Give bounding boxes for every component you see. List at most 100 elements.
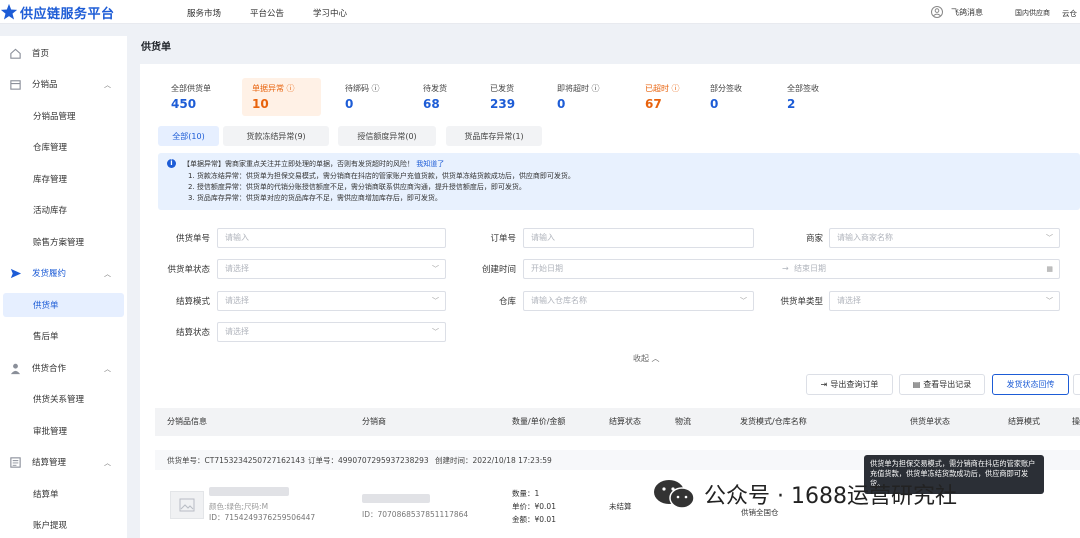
- stat-card-bind[interactable]: 待绑码 ⓘ 0: [335, 78, 397, 116]
- collapse-filters-toggle[interactable]: 收起 ︿: [633, 353, 660, 364]
- shop-label[interactable]: 云仓: [1062, 8, 1077, 19]
- sidebar-item-credit-plan[interactable]: 赊售方案管理: [0, 230, 127, 254]
- stat-label-wrap: 待绑码 ⓘ: [345, 83, 397, 94]
- stat-card-to-ship[interactable]: 待发货 68: [413, 78, 475, 116]
- date-range-picker[interactable]: 开始日期 → 结束日期 ▦: [523, 259, 1060, 279]
- sidebar-item-relations[interactable]: 供货关系管理: [0, 387, 127, 411]
- order-no-text: 订单号：4990707295937238293: [308, 456, 429, 465]
- supply-type-select[interactable]: 请选择 ﹀: [829, 291, 1060, 311]
- filter-label: 创建时间: [481, 265, 516, 275]
- stat-card-abnormal[interactable]: 单据异常 ⓘ 10: [242, 78, 321, 116]
- tab-credit-limit[interactable]: 授信额度异常(0): [338, 126, 436, 146]
- col-header: 供货单状态: [910, 417, 950, 426]
- sidebar-label: 结算管理: [32, 458, 67, 468]
- sidebar-item-warehouse[interactable]: 仓库管理: [0, 135, 127, 159]
- brand-logo[interactable]: 供应链服务平台: [0, 2, 115, 22]
- distributor-id: ID：7070868537851117864: [362, 510, 469, 519]
- quantity: 数量：1: [512, 489, 540, 498]
- amount: 金额：¥0.01: [512, 515, 556, 524]
- sidebar-item-aftersale[interactable]: 售后单: [0, 324, 127, 348]
- sidebar-group-products[interactable]: 分销品 ︿: [0, 72, 127, 96]
- box-icon: [10, 79, 21, 90]
- end-date-placeholder: 结束日期: [794, 264, 826, 273]
- sidebar-group-settlement[interactable]: 结算管理 ︿: [0, 450, 127, 474]
- supply-no-input[interactable]: 请输入: [217, 228, 446, 248]
- nav-announcement[interactable]: 平台公告: [250, 7, 284, 19]
- nav-market[interactable]: 服务市场: [187, 7, 221, 19]
- help-icon: ⓘ: [286, 84, 295, 93]
- page-title: 供货单: [141, 42, 171, 53]
- tab-all[interactable]: 全部(10): [158, 126, 219, 146]
- chevron-up-icon: ︿: [104, 270, 111, 278]
- settle-mode-select[interactable]: 请选择 ﹀: [217, 291, 446, 311]
- sidebar-label: 发货履约: [32, 269, 67, 279]
- col-header: 物流: [675, 417, 691, 426]
- sidebar-item-products-manage[interactable]: 分销品管理: [0, 104, 127, 128]
- watermark: 公众号 · 1688运营研究社: [652, 476, 957, 512]
- product-id: ID：7154249376259506447: [209, 513, 316, 522]
- avatar-icon[interactable]: [931, 6, 943, 18]
- sidebar-item-approval[interactable]: 审批管理: [0, 419, 127, 443]
- col-header: 结算状态: [609, 417, 641, 426]
- product-thumbnail[interactable]: [170, 491, 204, 519]
- sidebar-label: 供货合作: [32, 364, 67, 374]
- stat-label: 全部供货单: [171, 84, 211, 93]
- stat-label: 已超时: [645, 84, 669, 93]
- watermark-text: 公众号 · 1688运营研究社: [704, 484, 957, 509]
- order-no-input[interactable]: 请输入: [523, 228, 754, 248]
- export-query-button[interactable]: ⇥ 导出查询订单: [806, 374, 893, 395]
- stat-card-all[interactable]: 全部供货单 450: [161, 78, 237, 116]
- date-separator: →: [782, 264, 789, 273]
- chevron-down-icon: ﹀: [432, 328, 439, 336]
- start-date-placeholder: 开始日期: [531, 264, 563, 273]
- nav-learning[interactable]: 学习中心: [313, 7, 347, 19]
- status-select[interactable]: 请选择 ﹀: [217, 259, 446, 279]
- sidebar-item-home[interactable]: 首页: [0, 41, 127, 65]
- stat-label: 已发货: [490, 84, 514, 93]
- sidebar-item-supply-order[interactable]: 供货单: [3, 293, 124, 317]
- sidebar-item-activity-stock[interactable]: 活动库存: [0, 198, 127, 222]
- stat-card-all-sign[interactable]: 全部签收 2: [777, 78, 843, 116]
- message-link[interactable]: 飞鸽消息: [951, 7, 983, 18]
- more-button[interactable]: [1073, 374, 1080, 395]
- brand-title: 供应链服务平台: [20, 6, 115, 22]
- stat-value: 0: [710, 97, 719, 111]
- alert-dismiss-link[interactable]: 我知道了: [416, 160, 444, 168]
- col-header: 操: [1072, 417, 1080, 426]
- ship-status-return-button[interactable]: 发货状态回传: [992, 374, 1069, 395]
- stat-card-partial-sign[interactable]: 部分签收 0: [700, 78, 766, 116]
- stat-card-shipped[interactable]: 已发货 239: [480, 78, 542, 116]
- stat-card-near-timeout[interactable]: 即将超时 ⓘ 0: [547, 78, 625, 116]
- region-label[interactable]: 国内供应商: [1015, 8, 1050, 18]
- product-sku: 颜色:绿色;尺码:M: [209, 502, 269, 511]
- sidebar-item-statement[interactable]: 结算单: [0, 482, 127, 506]
- export-icon: ⇥: [820, 380, 828, 389]
- alert-text: 【单据异常】需商家重点关注并立即处理的单据，否则有发货超时的风险！: [183, 160, 414, 168]
- filter-label: 仓库: [498, 297, 516, 307]
- chevron-up-icon: ︿: [104, 365, 111, 373]
- col-header: 分销品信息: [167, 417, 207, 426]
- stat-label: 待发货: [423, 84, 447, 93]
- tab-payment-freeze[interactable]: 货款冻结异常(9): [223, 126, 329, 146]
- stat-value: 450: [171, 97, 197, 111]
- alert-line: 1. 货款冻结异常：供货单为担保交易模式，需分销商在抖店的管家账户充值货款，供货…: [188, 172, 575, 180]
- sidebar-group-fulfillment[interactable]: 发货履约 ︿: [0, 261, 127, 285]
- button-label: 导出查询订单: [830, 380, 879, 389]
- merchant-select[interactable]: 请输入商家名称 ﹀: [829, 228, 1060, 248]
- tab-stock[interactable]: 货品库存异常(1): [446, 126, 542, 146]
- stat-card-timeout[interactable]: 已超时 ⓘ 67: [635, 78, 697, 116]
- settle-status-select[interactable]: 请选择 ﹀: [217, 322, 446, 342]
- filter-label: 结算状态: [175, 328, 210, 338]
- placeholder: 请输入商家名称: [837, 233, 893, 242]
- sidebar-group-cooperation[interactable]: 供货合作 ︿: [0, 356, 127, 380]
- warehouse-select[interactable]: 请输入仓库名称 ﹀: [523, 291, 754, 311]
- button-label: 查看导出记录: [923, 380, 972, 389]
- sidebar-label: 首页: [32, 49, 50, 59]
- stat-label: 部分签收: [710, 84, 742, 93]
- sidebar-label: 分销品: [32, 80, 58, 90]
- chevron-down-icon: ﹀: [1046, 234, 1053, 242]
- collapse-label: 收起: [633, 354, 649, 363]
- view-export-button[interactable]: ▤ 查看导出记录: [899, 374, 985, 395]
- sidebar-item-withdraw[interactable]: 账户提现: [0, 513, 127, 537]
- sidebar-item-inventory[interactable]: 库存管理: [0, 167, 127, 191]
